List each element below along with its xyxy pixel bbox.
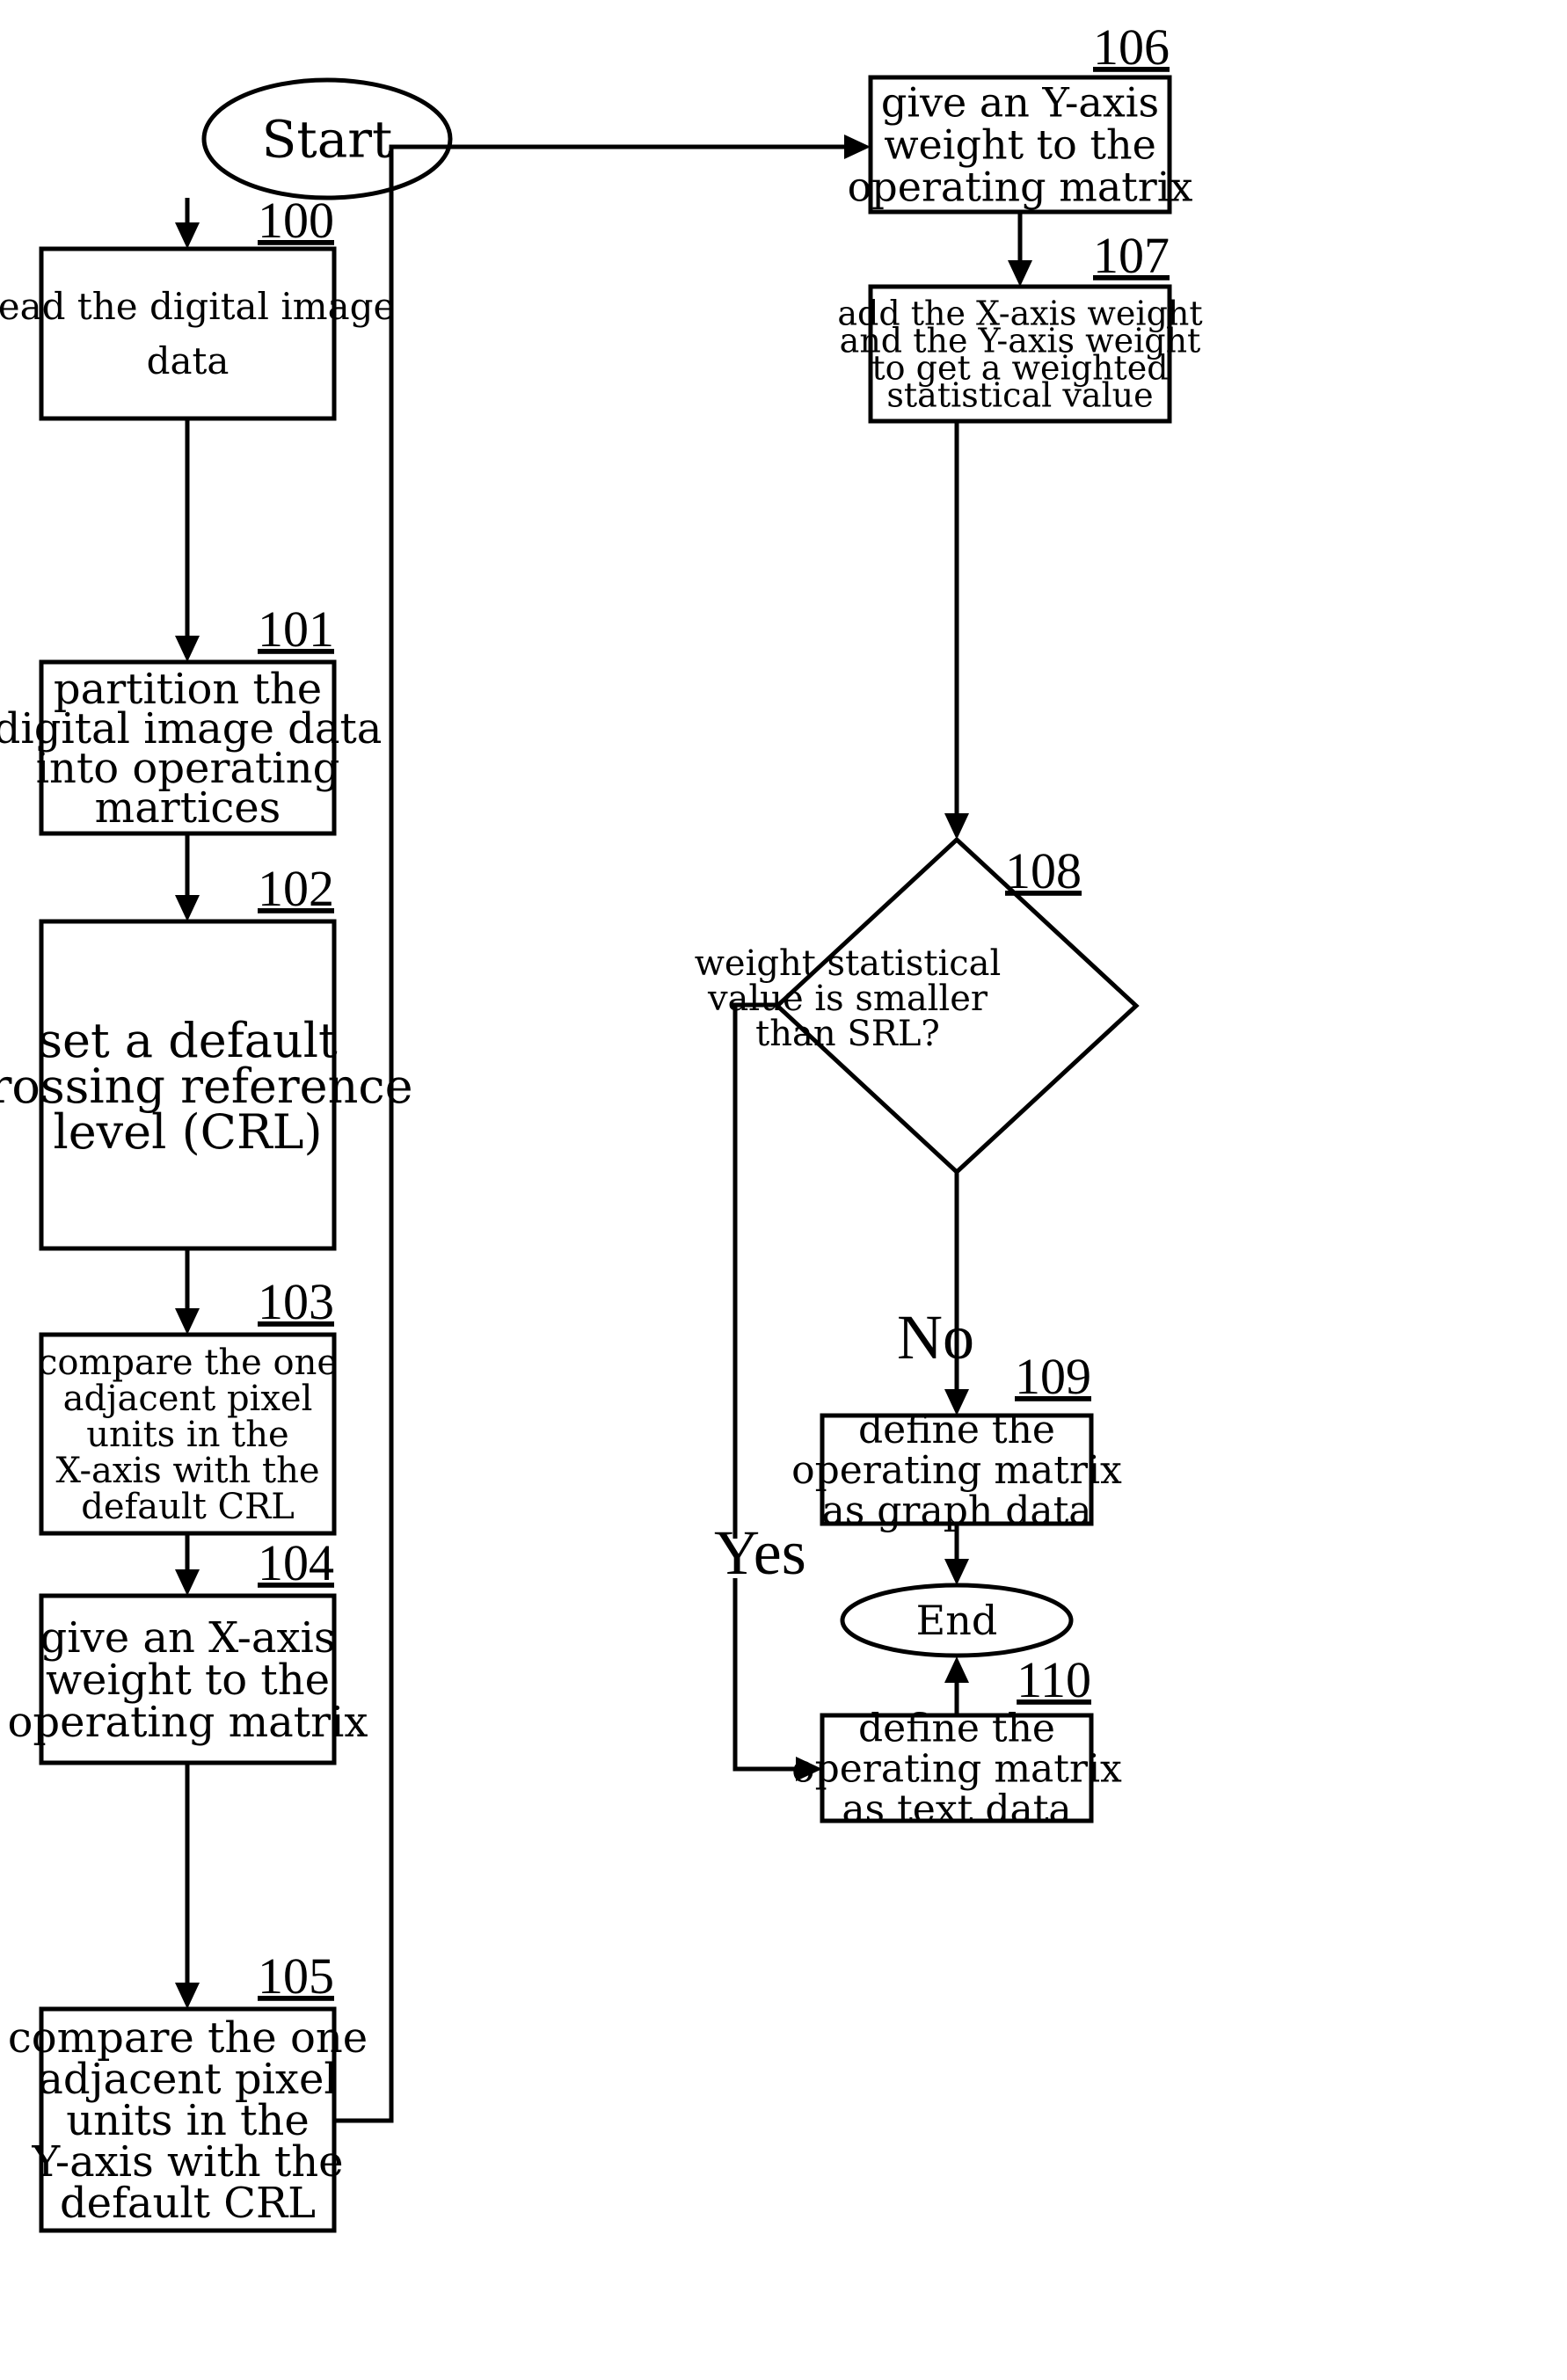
step-103-ref-number: 103: [258, 1273, 334, 1330]
node-text-line: compare the one: [38, 1343, 338, 1383]
node-text-line: give an Y-axis: [881, 79, 1159, 127]
step-106-ref-number: 106: [1093, 18, 1170, 76]
node-text-line: martices: [95, 783, 281, 833]
node-text-line: operating matrix: [848, 164, 1193, 211]
node-text-line: units in the: [86, 1415, 288, 1455]
arrow-head-icon: [175, 1983, 200, 2009]
arrow-head-icon: [844, 135, 871, 159]
node-text-line: operating matrix: [8, 1698, 368, 1747]
node-text-line: weight to the: [884, 121, 1156, 169]
node-text-line: data: [147, 339, 230, 382]
connector-108-yes-lower: [732, 1578, 798, 1772]
arrow-head-icon: [175, 222, 200, 249]
branch-label-no: No: [897, 1302, 974, 1372]
node-text-line: X-axis with the: [55, 1451, 319, 1491]
node-text-line: operating matrix: [791, 1448, 1122, 1493]
step-102-ref-number: 102: [258, 860, 334, 917]
arrow-head-icon: [944, 1559, 969, 1585]
node-text-line: operating matrix: [791, 1746, 1122, 1791]
arrow-head-icon: [944, 1656, 969, 1683]
connector-105-to-106: [334, 144, 844, 2123]
node-text-line: End: [916, 1597, 998, 1644]
step-100-ref-number: 100: [258, 192, 334, 249]
node-text-line: than SRL?: [755, 1014, 940, 1054]
node-text-line: read the digital image: [0, 285, 395, 328]
arrow-head-icon: [175, 895, 200, 921]
connector-108-yes-upper: [732, 1002, 777, 1539]
branch-label-yes: Yes: [714, 1518, 806, 1588]
node-text-line: Start: [262, 109, 393, 169]
step-104-ref-number: 104: [258, 1534, 334, 1591]
step-109-ref-number: 109: [1015, 1348, 1091, 1405]
node-text-line: default CRL: [60, 2179, 316, 2228]
step-108-ref-number: 108: [1005, 842, 1082, 899]
node-text-line: as text data: [842, 1787, 1071, 1831]
arrow-head-icon: [175, 1308, 200, 1335]
step-105-ref-number: 105: [258, 1947, 334, 2005]
arrow-head-icon: [944, 813, 969, 840]
node-text-line: statistical value: [886, 375, 1153, 414]
step-110-ref-number: 110: [1017, 1651, 1091, 1708]
step-101-ref-number: 101: [258, 600, 334, 658]
step-107-ref-number: 107: [1093, 227, 1170, 284]
node-text-line: level (CRL): [53, 1104, 322, 1160]
arrow-head-icon: [175, 1569, 200, 1596]
step-100-box: [39, 246, 337, 421]
node-text-line: adjacent pixel: [63, 1379, 313, 1419]
arrow-head-icon: [175, 636, 200, 662]
node-text-line: default CRL: [81, 1487, 295, 1527]
arrow-head-icon: [1008, 260, 1032, 287]
flowchart: Startread the digital imagedata100partit…: [0, 18, 1203, 2233]
